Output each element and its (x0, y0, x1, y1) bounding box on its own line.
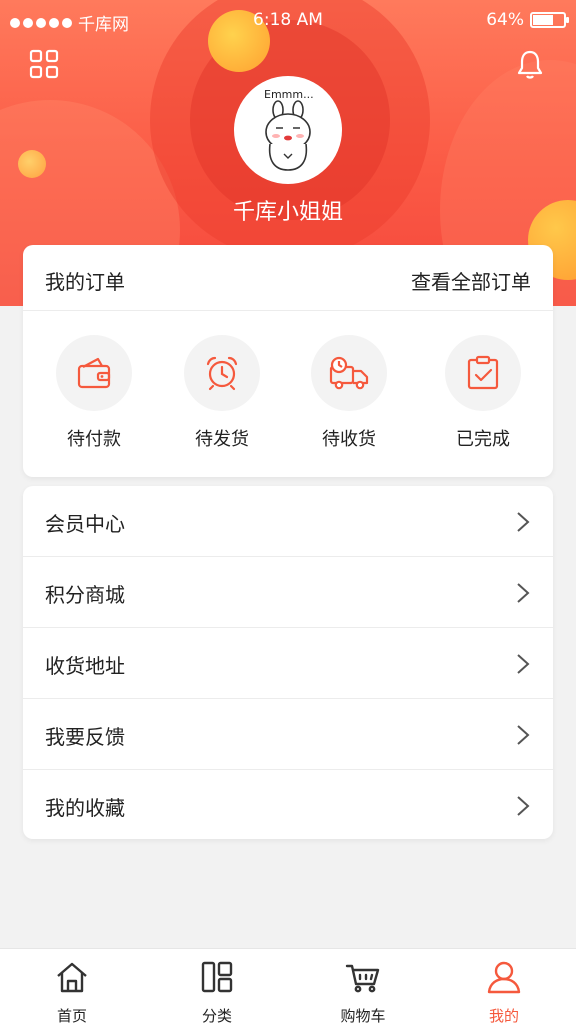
menu-item-favorites[interactable]: 我的收藏 (23, 770, 553, 841)
menu-card: 会员中心 积分商城 收货地址 我要反馈 我的收藏 (23, 486, 553, 839)
order-item-label: 已完成 (456, 429, 510, 450)
grid-icon[interactable] (28, 48, 60, 80)
delivery-truck-icon (329, 356, 369, 390)
menu-item-address[interactable]: 收货地址 (23, 628, 553, 699)
user-icon (487, 961, 521, 994)
menu-item-points-mall[interactable]: 积分商城 (23, 557, 553, 628)
tab-home[interactable]: 首页 (17, 959, 127, 1024)
chevron-right-icon (517, 725, 530, 745)
chevron-right-icon (517, 654, 530, 674)
menu-item-label: 会员中心 (45, 512, 125, 536)
order-pending-receipt[interactable]: 待收货 (299, 335, 399, 451)
menu-item-membership[interactable]: 会员中心 (23, 486, 553, 557)
order-item-label: 待发货 (195, 429, 249, 450)
order-completed[interactable]: 已完成 (433, 335, 533, 451)
tab-bar: 首页 分类 购物车 我的 (0, 948, 576, 1024)
order-item-label: 待付款 (67, 429, 121, 450)
menu-item-label: 积分商城 (45, 583, 125, 607)
battery-icon (530, 12, 569, 28)
username: 千库小姐姐 (232, 200, 343, 225)
menu-item-label: 我要反馈 (45, 725, 125, 749)
menu-item-label: 收货地址 (45, 654, 125, 678)
order-pending-shipment[interactable]: 待发货 (172, 335, 272, 451)
view-all-orders-link[interactable]: 查看全部订单 (411, 266, 531, 295)
order-header[interactable]: 我的订单 查看全部订单 (23, 245, 553, 311)
status-bar: 千库网 6:18 AM 64% (0, 0, 576, 40)
home-icon (57, 962, 87, 993)
alarm-clock-icon (206, 356, 238, 391)
decor-ball (18, 150, 46, 178)
order-item-label: 待收货 (322, 429, 376, 450)
tab-cart[interactable]: 购物车 (308, 959, 418, 1024)
clipboard-check-icon (467, 355, 499, 390)
menu-item-feedback[interactable]: 我要反馈 (23, 699, 553, 770)
order-pending-payment[interactable]: 待付款 (44, 335, 144, 451)
chevron-right-icon (517, 796, 530, 816)
tab-mine[interactable]: 我的 (449, 959, 559, 1024)
tab-label: 购物车 (340, 1007, 386, 1024)
avatar-caption: Emmm... (264, 88, 314, 101)
wallet-icon (77, 357, 111, 389)
tab-label: 我的 (488, 1007, 519, 1024)
cart-icon (345, 964, 380, 993)
chevron-right-icon (517, 583, 530, 603)
tab-category[interactable]: 分类 (162, 959, 272, 1024)
battery-percent: 64% (486, 10, 524, 30)
category-icon (201, 961, 233, 993)
order-card: 我的订单 查看全部订单 待付款 待发货 待收货 已完成 (23, 245, 553, 477)
tab-label: 分类 (201, 1007, 232, 1024)
avatar[interactable]: Emmm... (234, 76, 342, 184)
tab-label: 首页 (56, 1007, 87, 1024)
bell-icon[interactable] (514, 48, 546, 80)
order-title: 我的订单 (45, 270, 125, 294)
menu-item-label: 我的收藏 (45, 796, 125, 820)
chevron-right-icon (517, 512, 530, 532)
